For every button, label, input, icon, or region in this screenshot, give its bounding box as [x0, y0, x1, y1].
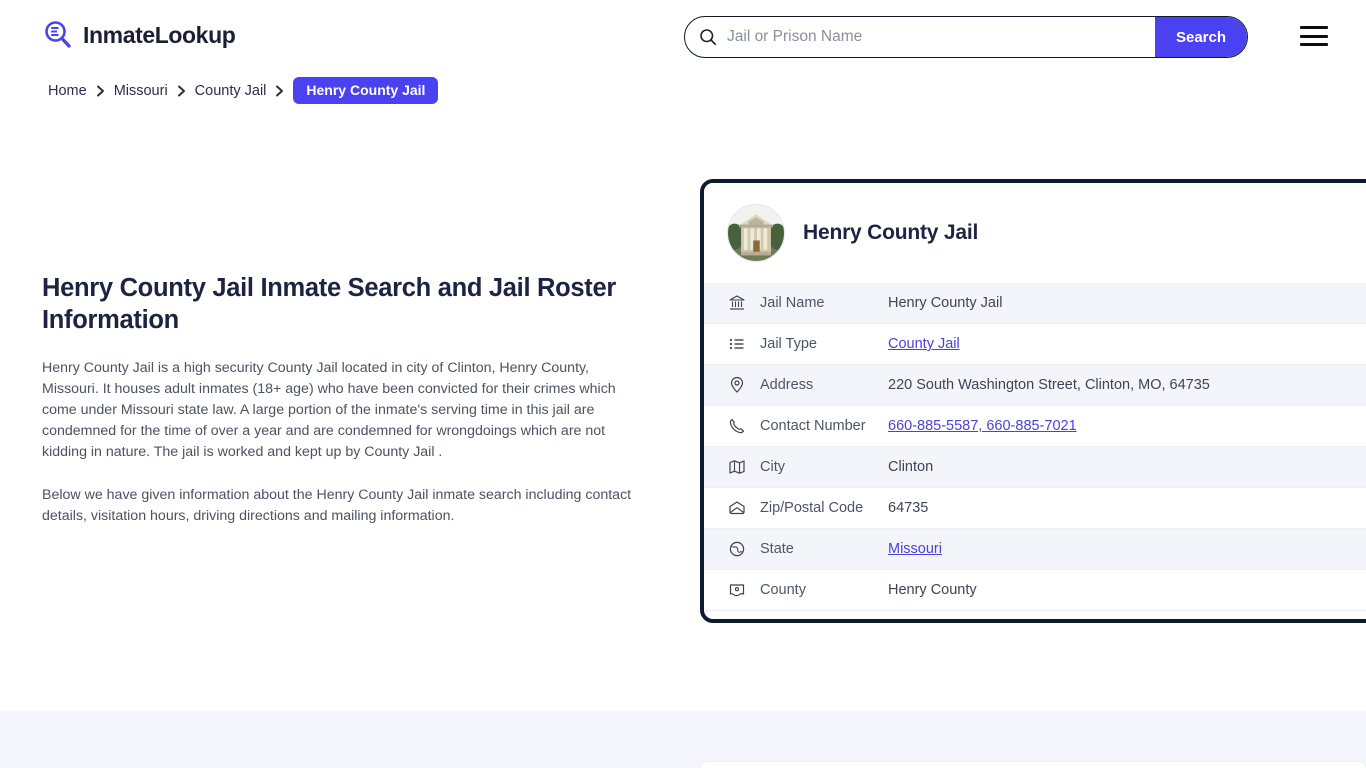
- table-row: Zip/Postal Code 64735: [704, 488, 1366, 529]
- search-input[interactable]: [717, 17, 1155, 57]
- row-label: Jail Name: [760, 295, 825, 311]
- table-row: County Henry County: [704, 570, 1366, 611]
- chevron-right-icon: [96, 85, 104, 96]
- row-label: Contact Number: [760, 418, 866, 434]
- row-value: County Jail: [888, 336, 960, 352]
- courthouse-photo-image: [728, 205, 784, 261]
- table-row: City Clinton: [704, 447, 1366, 488]
- row-value: Henry County: [888, 582, 977, 598]
- page-title: Henry County Jail Inmate Search and Jail…: [42, 274, 617, 335]
- list-icon: [729, 338, 744, 350]
- jail-info-card: Henry County Jail Jail Name Henry County…: [700, 179, 1366, 623]
- row-value: Henry County Jail: [888, 295, 1003, 311]
- contact-number-link[interactable]: 660-885-5587, 660-885-7021: [888, 418, 1077, 434]
- search-bar[interactable]: Search: [684, 16, 1248, 58]
- intro-paragraph: Henry County Jail is a high security Cou…: [42, 360, 616, 460]
- table-row: Jail Type County Jail: [704, 324, 1366, 365]
- card-title: Henry County Jail: [803, 221, 979, 244]
- lower-section-band: [0, 711, 1366, 768]
- secondary-paragraph: Below we have given information about th…: [42, 486, 632, 524]
- map-icon: [729, 460, 745, 474]
- search-button[interactable]: Search: [1155, 17, 1247, 57]
- lower-section-card: [700, 761, 1366, 768]
- chevron-right-icon: [177, 85, 185, 96]
- row-label: County: [760, 582, 806, 598]
- breadcrumb-item-missouri[interactable]: Missouri: [114, 83, 168, 99]
- article-column: Henry County Jail Inmate Search and Jail…: [42, 272, 642, 526]
- hamburger-menu-icon[interactable]: [1300, 26, 1328, 46]
- breadcrumb-item-county-jail[interactable]: County Jail: [195, 83, 267, 99]
- card-header: Henry County Jail: [704, 183, 1366, 283]
- magnifier-list-icon: [45, 21, 71, 48]
- table-row: Address 220 South Washington Street, Cli…: [704, 365, 1366, 406]
- chevron-right-icon: [276, 85, 284, 96]
- row-value: Missouri: [888, 541, 942, 557]
- envelope-icon: [729, 501, 745, 515]
- breadcrumb: Home Missouri County Jail Henry County J…: [48, 77, 439, 104]
- row-value: Clinton: [888, 459, 934, 475]
- row-value: 220 South Washington Street, Clinton, MO…: [888, 377, 1210, 393]
- site-logo[interactable]: InmateLookup: [42, 19, 236, 51]
- breadcrumb-item-current: Henry County Jail: [293, 77, 439, 104]
- row-label: Jail Type: [760, 336, 817, 352]
- phone-icon: [729, 418, 745, 434]
- county-icon: [729, 584, 745, 597]
- table-row: Contact Number 660-885-5587, 660-885-702…: [704, 406, 1366, 447]
- search-icon: [700, 29, 717, 46]
- table-row: State Missouri: [704, 529, 1366, 570]
- logo-text: InmateLookup: [83, 21, 236, 48]
- row-label: City: [760, 459, 785, 475]
- globe-icon: [729, 541, 745, 557]
- row-label: Zip/Postal Code: [760, 500, 864, 516]
- courthouse-photo: [727, 204, 785, 262]
- map-pin-icon: [730, 376, 744, 393]
- state-link[interactable]: Missouri: [888, 541, 942, 557]
- bank-icon: [729, 295, 745, 310]
- table-row: Jail Name Henry County Jail: [704, 283, 1366, 324]
- row-value: 660-885-5587, 660-885-7021: [888, 418, 1077, 434]
- row-label: State: [760, 541, 794, 557]
- breadcrumb-item-home[interactable]: Home: [48, 83, 87, 99]
- site-header: InmateLookup Search: [0, 0, 1366, 72]
- jail-type-link[interactable]: County Jail: [888, 336, 960, 352]
- row-value: 64735: [888, 500, 929, 516]
- row-label: Address: [760, 377, 814, 393]
- page-root: InmateLookup Search Home Missouri County…: [0, 0, 1366, 768]
